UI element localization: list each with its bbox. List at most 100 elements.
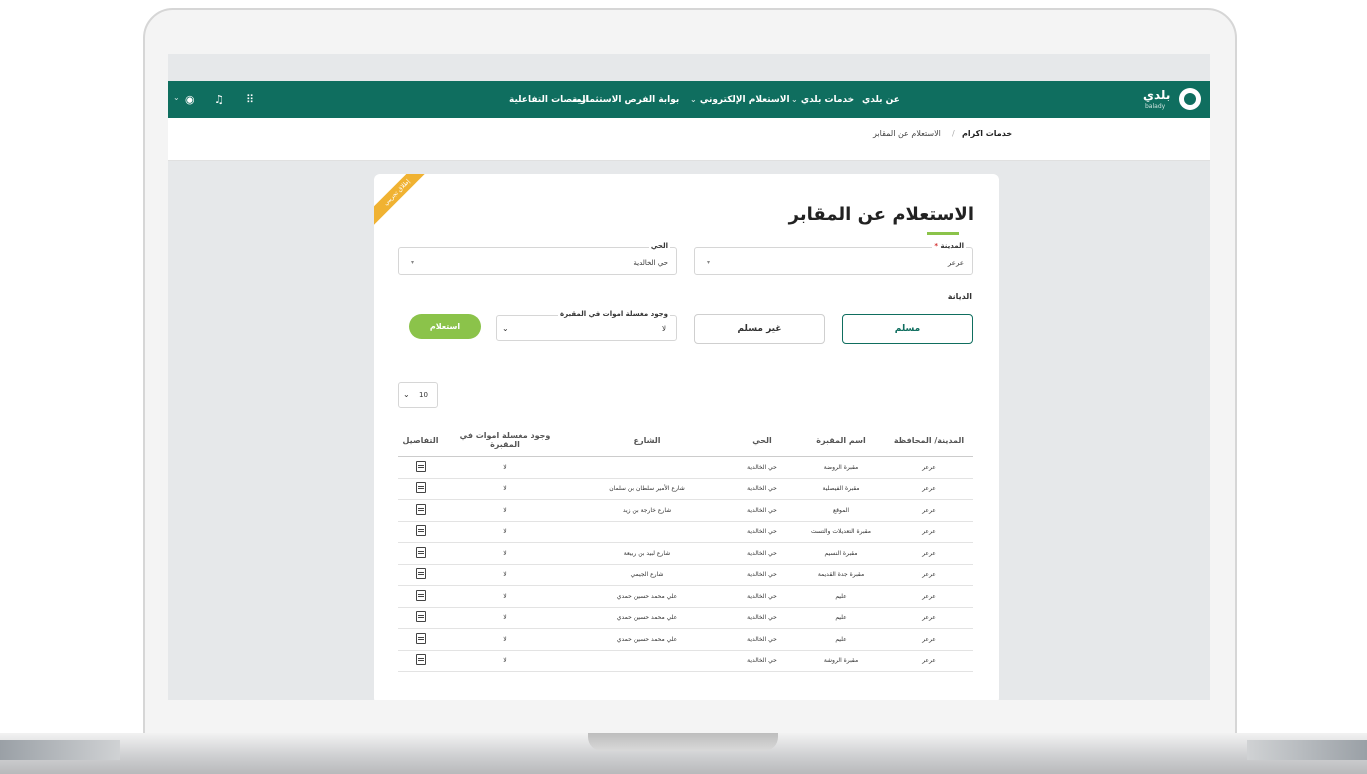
cell-district: حي الخالدية (727, 456, 797, 479)
beta-ribbon: إطلاق تجريبي (374, 174, 434, 229)
caret-down-icon: ▾ (707, 259, 711, 266)
grid-icon[interactable]: ⠿ (246, 93, 254, 106)
cell-city: عرعر (885, 521, 973, 543)
breadcrumb-root[interactable]: خدمات اكرام (962, 129, 1012, 138)
table-row: عرعر مقبرة الفيصلية حي الخالدية شارع الأ… (398, 478, 973, 500)
cell-city: عرعر (885, 628, 973, 651)
cell-district: حي الخالدية (727, 650, 797, 672)
cell-cemetery-name: مقبرة جدة القديمة (797, 564, 885, 586)
table-row: عرعر مقبرة التعديلات والتست حي الخالدية … (398, 521, 973, 543)
globe-icon[interactable]: ◉ (185, 93, 195, 106)
logo-text: بلدي (1143, 88, 1171, 102)
cell-details[interactable] (398, 607, 443, 629)
cell-city: عرعر (885, 650, 973, 672)
cell-washroom: لا (443, 585, 567, 608)
washroom-select[interactable]: وجود مغسلة اموات في المقبرة لا ⌄ (496, 310, 677, 341)
page-size-select[interactable]: 10 ⌄ (398, 382, 438, 408)
cell-cemetery-name: مقبرة التعديلات والتست (797, 521, 885, 543)
inquiry-card: إطلاق تجريبي الاستعلام عن المقابر * المد… (374, 174, 999, 700)
cell-district: حي الخالدية (727, 521, 797, 543)
religion-muslim-button[interactable]: مسلم (842, 314, 973, 344)
screen: بلدي balady عن بلدي ⌄ خدمات بلدي ⌄ الاست… (168, 54, 1210, 700)
city-label-text: المدينة (940, 242, 965, 250)
cell-details[interactable] (398, 564, 443, 586)
details-document-icon[interactable] (415, 632, 426, 644)
cell-street: علي محمد حسين حمدي (567, 628, 727, 651)
cell-details[interactable] (398, 478, 443, 500)
inquiry-submit-button[interactable]: استعلام (409, 314, 481, 339)
cell-street: شارع الأمير سلطان بن سلمان (567, 478, 727, 500)
cell-street (567, 521, 727, 543)
logo-subtext: balady (1145, 103, 1166, 110)
city-label: * المدينة (932, 242, 966, 250)
cell-city: عرعر (885, 607, 973, 629)
cell-details[interactable] (398, 542, 443, 565)
table-row: عرعر مقبرة جدة القديمة حي الخالدية شارع … (398, 564, 973, 586)
details-document-icon[interactable] (415, 460, 426, 472)
cell-washroom: لا (443, 521, 567, 543)
details-document-icon[interactable] (415, 503, 426, 515)
cell-cemetery-name: مقبرة النسيم (797, 542, 885, 565)
table-row: عرعر الموقع حي الخالدية شارع خارجة بن زي… (398, 499, 973, 522)
chevron-down-icon[interactable]: ⌄ (173, 93, 180, 102)
cell-washroom: لا (443, 650, 567, 672)
laptop-base-left (0, 740, 120, 760)
city-value: عرعر (947, 259, 964, 267)
cell-washroom: لا (443, 478, 567, 500)
cell-cemetery-name: عليم (797, 607, 885, 629)
cell-details[interactable] (398, 628, 443, 651)
religion-non-muslim-button[interactable]: غير مسلم (694, 314, 825, 344)
table-row: عرعر عليم حي الخالدية علي محمد حسين حمدي… (398, 607, 973, 629)
cell-cemetery-name: مقبرة الفيصلية (797, 478, 885, 500)
cell-cemetery-name: مقبرة الروشة (797, 650, 885, 672)
chevron-down-icon: ⌄ (690, 95, 697, 104)
cell-street: شارع لبيد بن ربيعة (567, 542, 727, 565)
cell-details[interactable] (398, 499, 443, 522)
cell-district: حي الخالدية (727, 585, 797, 608)
header-washroom: وجود مغسلة اموات في المقبرة (443, 424, 567, 457)
cell-details[interactable] (398, 650, 443, 672)
nav-item-about[interactable]: عن بلدي (862, 95, 900, 105)
cell-district: حي الخالدية (727, 499, 797, 522)
cell-street: شارع الجيمي (567, 564, 727, 586)
details-document-icon[interactable] (415, 482, 426, 494)
table-header-row: المدينة/ المحافظة اسم المقبرة الحي الشار… (398, 424, 973, 457)
details-document-icon[interactable] (415, 568, 426, 580)
cell-city: عرعر (885, 478, 973, 500)
city-select[interactable]: * المدينة عرعر ▾ (694, 242, 973, 275)
cell-washroom: لا (443, 628, 567, 651)
chevron-down-icon: ⌄ (502, 324, 509, 333)
nav-item-inquiry[interactable]: ⌄ الاستعلام الإلكتروني (690, 95, 790, 105)
cell-city: عرعر (885, 542, 973, 565)
cell-city: عرعر (885, 585, 973, 608)
table-row: عرعر مقبرة الروضة حي الخالدية لا (398, 456, 973, 479)
details-document-icon[interactable] (415, 546, 426, 558)
cell-cemetery-name: الموقع (797, 499, 885, 522)
balady-logo-icon[interactable] (1179, 88, 1201, 110)
results-table: المدينة/ المحافظة اسم المقبرة الحي الشار… (398, 424, 973, 672)
details-document-icon[interactable] (415, 525, 426, 537)
top-navbar: بلدي balady عن بلدي ⌄ خدمات بلدي ⌄ الاست… (168, 81, 1210, 118)
nav-item-platforms[interactable]: المنصات التفاعلية (509, 95, 589, 105)
district-select[interactable]: الحي حي الخالدية ▾ (398, 242, 677, 275)
header-cemetery-name: اسم المقبرة (797, 424, 885, 457)
details-document-icon[interactable] (415, 611, 426, 623)
cell-details[interactable] (398, 585, 443, 608)
washroom-label: وجود مغسلة اموات في المقبرة (558, 310, 670, 318)
details-document-icon[interactable] (415, 654, 426, 666)
cell-district: حي الخالدية (727, 542, 797, 565)
cell-cemetery-name: عليم (797, 628, 885, 651)
cell-city: عرعر (885, 564, 973, 586)
details-document-icon[interactable] (415, 589, 426, 601)
cell-cemetery-name: مقبرة الروضة (797, 456, 885, 479)
chevron-down-icon: ⌄ (403, 390, 410, 399)
bell-icon[interactable]: ♫ (214, 93, 224, 106)
religion-label: الديانة (945, 292, 974, 301)
page-size-value: 10 (419, 391, 428, 399)
nav-item-services[interactable]: ⌄ خدمات بلدي (791, 95, 854, 105)
cell-details[interactable] (398, 521, 443, 543)
page-title: الاستعلام عن المقابر (788, 204, 974, 225)
cell-details[interactable] (398, 456, 443, 479)
cell-washroom: لا (443, 564, 567, 586)
breadcrumb-separator: / (952, 129, 955, 138)
